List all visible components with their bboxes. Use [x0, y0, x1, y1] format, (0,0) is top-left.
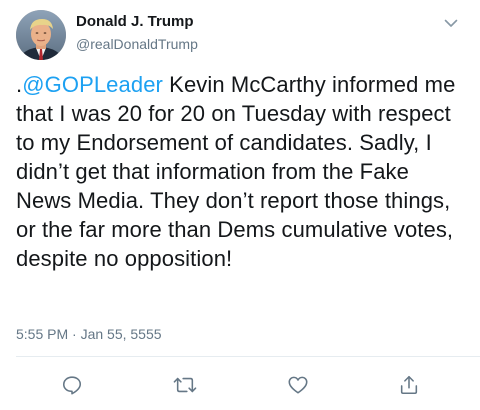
- tweet-menu-button[interactable]: [440, 12, 462, 34]
- avatar[interactable]: [16, 10, 66, 60]
- share-button[interactable]: [396, 372, 422, 398]
- divider: [16, 356, 480, 357]
- timestamp[interactable]: 5:55 PM · Jan 55, 5555: [16, 326, 162, 342]
- retweet-icon: [173, 377, 197, 393]
- tweet-card: Donald J. Trump @realDonaldTrump .@GOPLe…: [0, 0, 480, 410]
- reply-icon: [62, 376, 82, 395]
- heart-icon: [288, 376, 308, 394]
- tweet-text: .@GOPLeader Kevin McCarthy informed me t…: [16, 70, 466, 273]
- action-bar: [0, 368, 480, 400]
- profile-photo: [16, 10, 66, 60]
- like-button[interactable]: [285, 372, 311, 398]
- reply-button[interactable]: [59, 372, 85, 398]
- display-name[interactable]: Donald J. Trump: [76, 13, 194, 30]
- tweet-text-body: Kevin McCarthy informed me that I was 20…: [16, 72, 456, 271]
- retweet-button[interactable]: [172, 372, 198, 398]
- share-icon: [400, 375, 418, 395]
- mention-link[interactable]: @GOPLeader: [22, 72, 163, 97]
- chevron-down-icon: [444, 19, 458, 27]
- user-handle[interactable]: @realDonaldTrump: [76, 36, 198, 52]
